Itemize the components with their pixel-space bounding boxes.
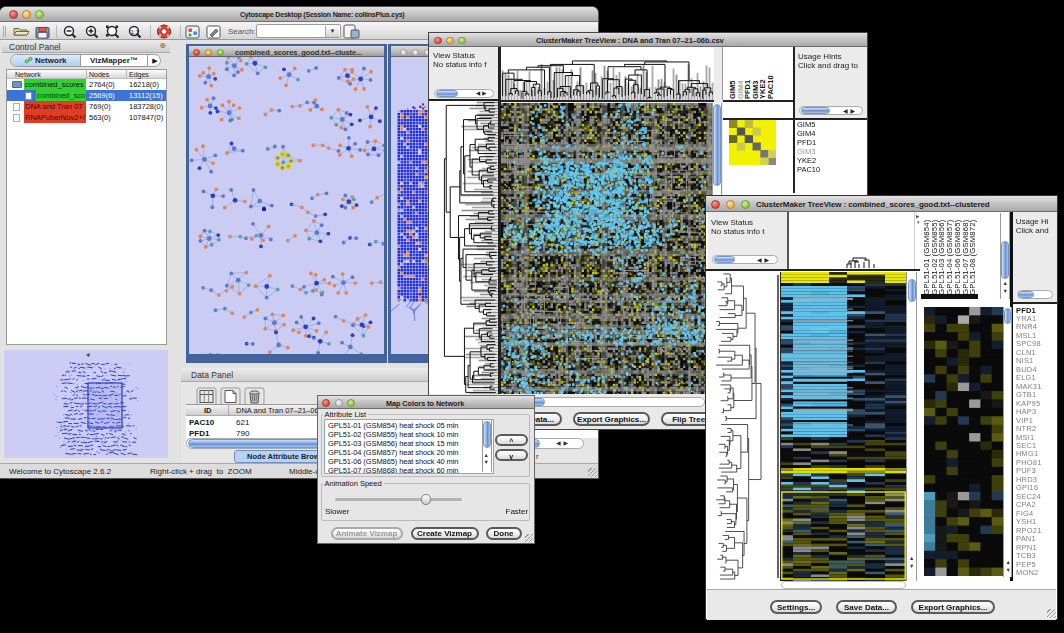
svg-text:1:1: 1:1 [131, 29, 140, 35]
